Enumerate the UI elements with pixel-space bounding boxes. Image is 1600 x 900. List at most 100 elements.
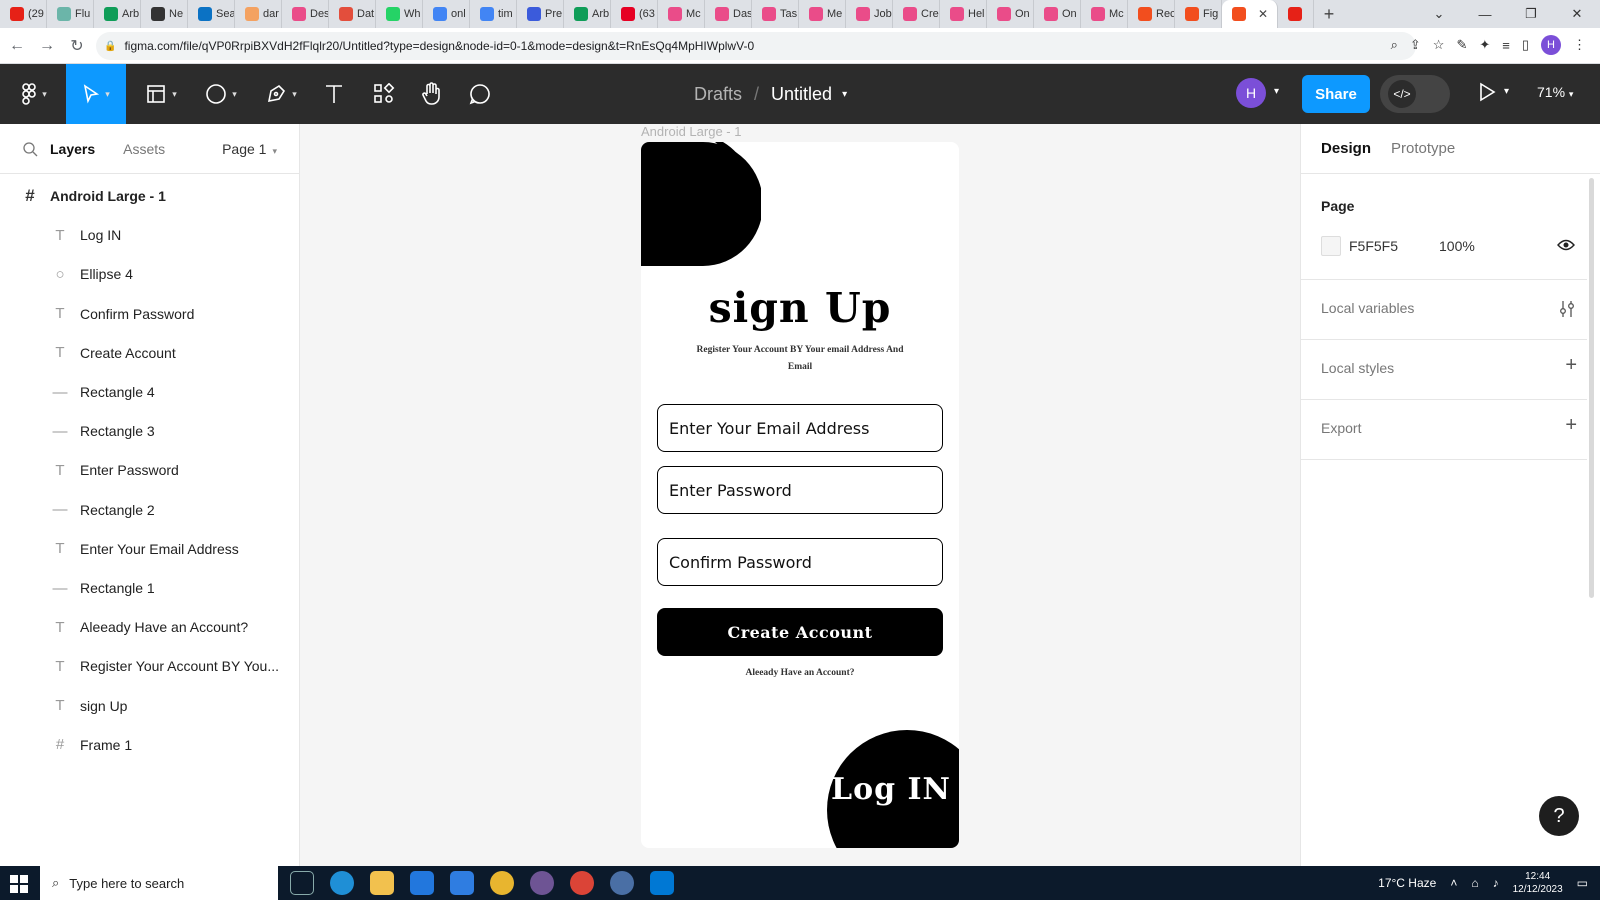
bookmark-star-icon[interactable]: ☆ — [1433, 37, 1445, 53]
local-variables-section[interactable]: Local variables — [1301, 280, 1587, 340]
login-text[interactable]: Log IN — [821, 772, 959, 807]
browser-tab[interactable]: (63 — [611, 0, 658, 28]
zoom-level[interactable]: 71% ▾ — [1537, 84, 1573, 100]
close-icon[interactable]: ✕ — [1258, 7, 1268, 21]
network-icon[interactable]: ⌂ — [1471, 876, 1478, 890]
new-tab-icon[interactable]: + — [1314, 4, 1344, 25]
hand-tool-button[interactable] — [414, 64, 450, 124]
browser-tab[interactable]: onl — [423, 0, 470, 28]
menu-icon[interactable]: ⋮ — [1573, 37, 1586, 53]
windows-start-icon[interactable] — [10, 875, 28, 893]
browser-tab[interactable]: Dat — [329, 0, 376, 28]
search-icon[interactable] — [22, 141, 38, 157]
browser-tab[interactable]: Arb — [564, 0, 611, 28]
help-button[interactable]: ? — [1539, 796, 1579, 836]
browser-tab[interactable]: Des — [282, 0, 329, 28]
resources-tool-button[interactable] — [366, 64, 402, 124]
browser-tab[interactable]: Sea — [188, 0, 235, 28]
profile-avatar[interactable]: H — [1541, 35, 1561, 55]
tab-prototype[interactable]: Prototype — [1391, 140, 1455, 157]
browser-tab[interactable]: Flu — [47, 0, 94, 28]
layer-row[interactable]: ○ Ellipse 4 — [0, 254, 299, 294]
vscode-icon[interactable] — [650, 871, 674, 895]
layer-row[interactable]: # Android Large - 1 — [0, 176, 299, 216]
present-play-icon[interactable] — [1478, 82, 1496, 102]
share-page-icon[interactable]: ⇪ — [1410, 37, 1421, 53]
layer-row[interactable]: # Frame 1 — [0, 725, 299, 765]
browser-tab[interactable]: Pre — [517, 0, 564, 28]
chrome-profile-icon[interactable] — [570, 871, 594, 895]
browser-tab-media[interactable] — [1278, 0, 1314, 28]
layer-row[interactable]: T Create Account — [0, 333, 299, 373]
volume-icon[interactable]: ♪ — [1493, 876, 1499, 890]
chevron-down-icon[interactable]: ▾ — [1274, 86, 1279, 97]
task-view-icon[interactable] — [290, 871, 314, 895]
tab-layers[interactable]: Layers — [50, 141, 95, 157]
layer-row[interactable]: Tsign Up — [0, 686, 299, 726]
browser-tab[interactable]: Rec — [1128, 0, 1175, 28]
media-icon[interactable]: ≡ — [1502, 38, 1510, 53]
tray-chevron-icon[interactable]: ˄ — [1450, 876, 1457, 890]
shape-tool-button[interactable]: ▾ — [198, 64, 244, 124]
mail-icon[interactable] — [450, 871, 474, 895]
chrome-icon[interactable] — [490, 871, 514, 895]
layer-row[interactable]: — Rectangle 3 — [0, 411, 299, 451]
browser-tab[interactable]: dar — [235, 0, 282, 28]
browser-tab[interactable]: Hel — [940, 0, 987, 28]
tab-assets[interactable]: Assets — [123, 141, 165, 157]
pen-tool-button[interactable]: ▾ — [258, 64, 304, 124]
url-field[interactable]: 🔒 figma.com/file/qVP0RrpiBXVdH2fFlqlr20/… — [96, 32, 1416, 60]
have-account-link[interactable]: Aleeady Have an Account? — [641, 668, 959, 678]
text-tool-button[interactable] — [316, 64, 352, 124]
page-selector[interactable]: Page 1 ▾ — [222, 141, 277, 157]
layer-row[interactable]: T Aleeady Have an Account? — [0, 607, 299, 647]
back-icon[interactable]: ← — [4, 37, 30, 55]
notifications-icon[interactable]: ▭ — [1577, 876, 1588, 890]
variables-icon[interactable] — [1559, 300, 1575, 318]
browser-tab[interactable]: Fig — [1175, 0, 1222, 28]
browser-tab-active[interactable]: ✕ — [1222, 0, 1278, 28]
weather[interactable]: 17°C Haze — [1378, 876, 1436, 890]
panel-scrollbar[interactable] — [1589, 178, 1594, 598]
figma-menu-button[interactable]: ▾ — [8, 64, 60, 124]
export-section[interactable]: Export + — [1301, 400, 1587, 460]
frame-tool-button[interactable]: ▾ — [138, 64, 184, 124]
browser-tab[interactable]: Tas — [752, 0, 799, 28]
browser-tab[interactable]: Arb — [94, 0, 141, 28]
frame-label[interactable]: Android Large - 1 — [641, 124, 741, 139]
puzzle-extension-icon[interactable]: ✦ — [1479, 37, 1490, 53]
dev-mode-toggle[interactable]: </> — [1380, 75, 1450, 113]
comment-tool-button[interactable] — [462, 64, 498, 124]
create-account-button[interactable]: Create Account — [657, 608, 943, 656]
move-tool-button[interactable]: ▾ — [66, 64, 126, 124]
design-canvas[interactable]: Android Large - 1 sign Up Register Your … — [300, 124, 1300, 866]
maximize-icon[interactable]: ❐ — [1508, 6, 1554, 22]
browser-tab[interactable]: tim — [470, 0, 517, 28]
browser-tab[interactable]: On — [1034, 0, 1081, 28]
browser-tab[interactable]: (29 — [0, 0, 47, 28]
browser-tab[interactable]: Mc — [658, 0, 705, 28]
android-frame[interactable]: sign Up Register Your Account BY Your em… — [641, 142, 959, 848]
forward-icon[interactable]: → — [34, 37, 60, 55]
chevron-down-icon[interactable]: ⌄ — [1416, 6, 1462, 22]
minimize-icon[interactable]: — — [1462, 7, 1508, 22]
chrome-active-icon[interactable] — [610, 871, 634, 895]
browser-tab[interactable]: Wh — [376, 0, 423, 28]
pen-extension-icon[interactable]: ✎ — [1456, 37, 1467, 53]
local-styles-section[interactable]: Local styles + — [1301, 340, 1587, 400]
layer-row[interactable]: — Rectangle 2 — [0, 490, 299, 530]
edge-icon[interactable] — [330, 871, 354, 895]
breadcrumb-drafts[interactable]: Drafts — [694, 84, 742, 105]
tab-design[interactable]: Design — [1321, 140, 1371, 157]
browser-tab[interactable]: Me — [799, 0, 846, 28]
store-icon[interactable] — [410, 871, 434, 895]
clock[interactable]: 12:44 12/12/2023 — [1513, 870, 1563, 896]
github-icon[interactable] — [530, 871, 554, 895]
email-field[interactable]: Enter Your Email Address — [657, 404, 943, 452]
browser-tab[interactable]: Mc — [1081, 0, 1128, 28]
confirm-password-field[interactable]: Confirm Password — [657, 538, 943, 586]
browser-tab[interactable]: Das — [705, 0, 752, 28]
chevron-down-icon[interactable]: ▾ — [842, 89, 847, 100]
layer-row[interactable]: T Confirm Password — [0, 294, 299, 334]
browser-tab[interactable]: On — [987, 0, 1034, 28]
